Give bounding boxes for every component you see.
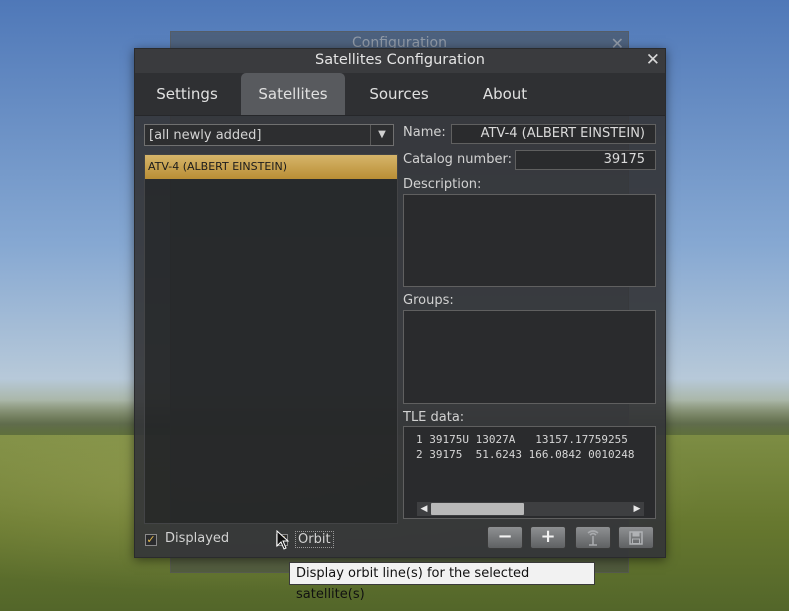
- satellites-config-dialog: Satellites Configuration ✕ Settings Sate…: [134, 48, 666, 558]
- satellites-tab-content: [all newly added] ▼ ATV-4 (ALBERT EINSTE…: [135, 116, 665, 556]
- antenna-icon: [587, 530, 599, 546]
- tab-sources[interactable]: Sources: [357, 73, 441, 115]
- tle-horizontal-scrollbar[interactable]: ◀ ▶: [417, 502, 644, 516]
- close-icon[interactable]: ✕: [646, 50, 660, 70]
- scrollbar-thumb[interactable]: [431, 503, 524, 515]
- description-label: Description:: [403, 177, 482, 192]
- description-textarea[interactable]: [403, 194, 656, 287]
- dialog-title: Satellites Configuration: [315, 52, 485, 68]
- tle-line-2: 2 39175 51.6243 166.0842 0010248: [416, 448, 635, 461]
- groups-label: Groups:: [403, 293, 454, 308]
- save-icon: [629, 531, 643, 545]
- chevron-down-icon[interactable]: ▼: [370, 125, 393, 145]
- scroll-right-icon[interactable]: ▶: [630, 502, 644, 516]
- catalog-number-label: Catalog number:: [403, 152, 512, 167]
- remove-satellite-button[interactable]: −: [487, 526, 523, 549]
- scroll-left-icon[interactable]: ◀: [417, 502, 431, 516]
- add-satellite-button[interactable]: +: [530, 526, 566, 549]
- dialog-titlebar[interactable]: Satellites Configuration ✕: [135, 49, 665, 73]
- mouse-cursor-icon: [276, 530, 290, 550]
- tab-satellites[interactable]: Satellites: [241, 73, 345, 115]
- tab-bar: Settings Satellites Sources About: [135, 73, 665, 116]
- list-item[interactable]: ATV-4 (ALBERT EINSTEIN): [145, 155, 397, 179]
- tle-data-textarea[interactable]: 1 39175U 13027A 13157.17759255 2 39175 5…: [403, 426, 656, 519]
- tab-about[interactable]: About: [465, 73, 545, 115]
- catalog-number-field[interactable]: 39175: [515, 150, 656, 170]
- orbit-label[interactable]: Orbit: [295, 531, 334, 548]
- tle-data-label: TLE data:: [403, 410, 465, 425]
- tle-line-1: 1 39175U 13027A 13157.17759255: [416, 433, 628, 446]
- group-filter-value: [all newly added]: [149, 128, 262, 143]
- displayed-label[interactable]: Displayed: [165, 531, 229, 546]
- save-button[interactable]: [618, 526, 654, 549]
- satellite-list[interactable]: ATV-4 (ALBERT EINSTEIN): [144, 154, 398, 524]
- displayed-checkbox[interactable]: ✓: [145, 534, 157, 546]
- name-field[interactable]: ATV-4 (ALBERT EINSTEIN): [451, 124, 656, 144]
- name-label: Name:: [403, 125, 446, 140]
- groups-list[interactable]: [403, 310, 656, 404]
- tab-settings[interactable]: Settings: [145, 73, 229, 115]
- group-filter-dropdown[interactable]: [all newly added] ▼: [144, 124, 394, 146]
- update-tle-button[interactable]: [575, 526, 611, 549]
- orbit-tooltip: Display orbit line(s) for the selected s…: [289, 562, 595, 602]
